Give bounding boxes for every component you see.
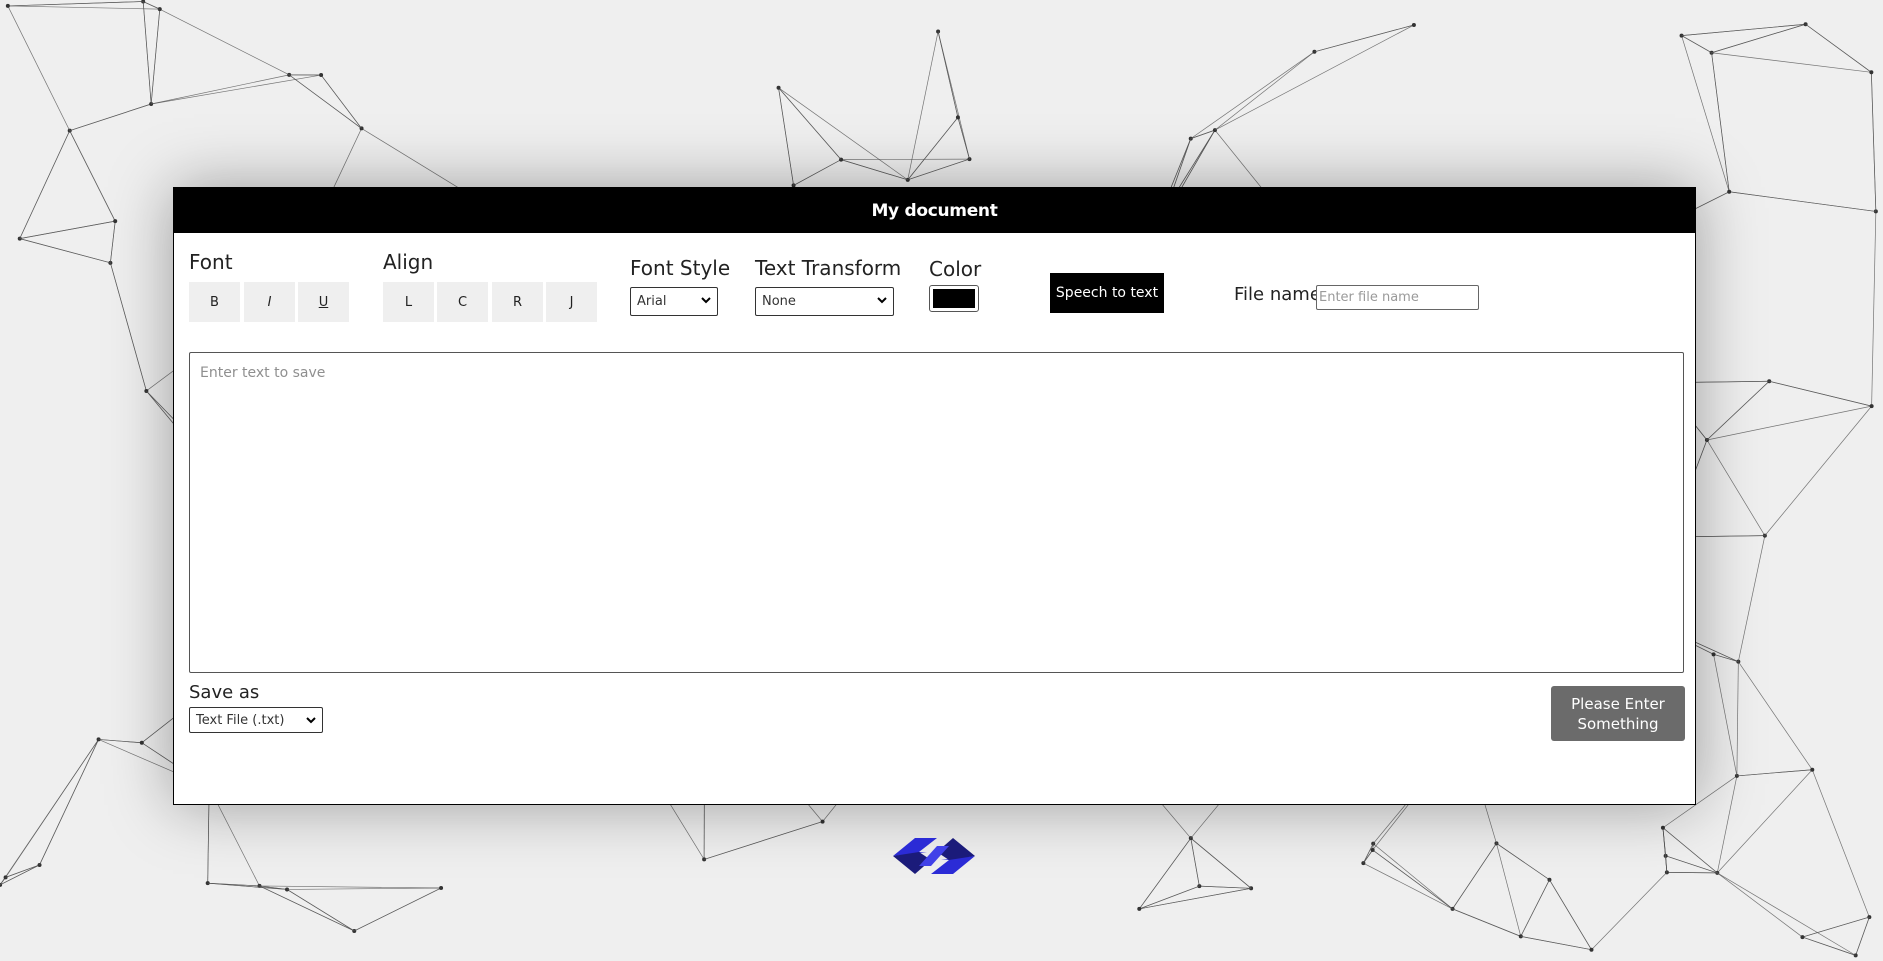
text-transform-select[interactable]: None (755, 287, 894, 316)
italic-button[interactable]: I (244, 282, 295, 322)
save-as-value: Text File (.txt) (196, 712, 285, 728)
chevron-down-icon (701, 297, 711, 304)
speech-to-text-button[interactable]: Speech to text (1050, 273, 1164, 313)
save-as-label: Save as (189, 682, 260, 703)
font-style-value: Arial (637, 294, 667, 309)
document-title: My document (871, 200, 998, 221)
bold-button[interactable]: B (189, 282, 240, 322)
align-left-button[interactable]: L (383, 282, 434, 322)
file-name-label: File name (1234, 284, 1321, 305)
align-center-button[interactable]: C (437, 282, 488, 322)
document-editor-card: My document Font B I U Align L C R J Fon… (173, 187, 1696, 805)
color-swatch (933, 289, 975, 308)
underline-button[interactable]: U (298, 282, 349, 322)
font-group-label: Font (189, 250, 233, 274)
text-editor[interactable] (189, 352, 1684, 673)
font-style-label: Font Style (630, 256, 731, 280)
text-transform-label: Text Transform (755, 256, 902, 280)
align-justify-button[interactable]: J (546, 282, 597, 322)
align-right-button[interactable]: R (492, 282, 543, 322)
align-group-label: Align (383, 250, 434, 274)
color-picker[interactable] (929, 285, 979, 312)
text-transform-value: None (762, 294, 796, 309)
brand-logo-icon (893, 838, 975, 874)
font-style-select[interactable]: Arial (630, 287, 718, 316)
file-name-input[interactable] (1316, 285, 1479, 310)
save-button[interactable]: Please Enter Something (1551, 686, 1685, 741)
chevron-down-icon (306, 717, 316, 724)
chevron-down-icon (877, 297, 887, 304)
save-as-select[interactable]: Text File (.txt) (189, 707, 323, 733)
color-label: Color (929, 257, 982, 281)
document-title-bar: My document (174, 188, 1695, 233)
